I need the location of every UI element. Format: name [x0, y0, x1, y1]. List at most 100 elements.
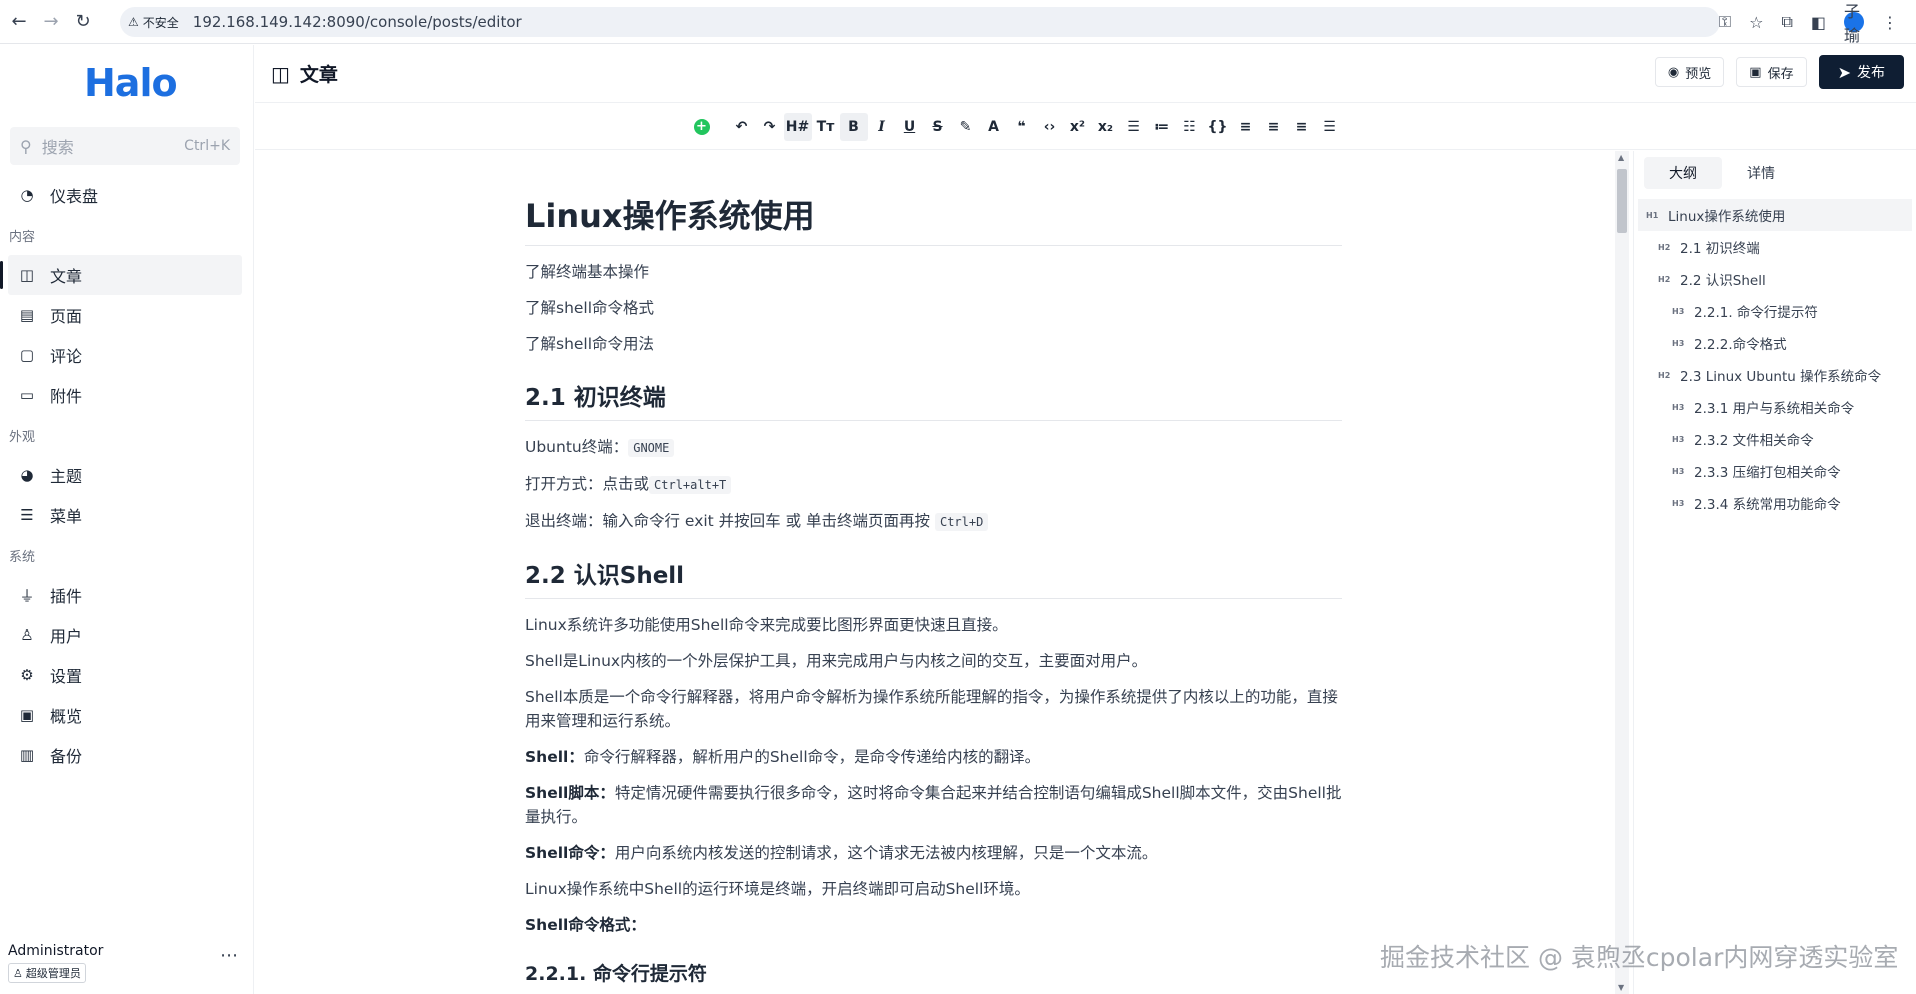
align-justify-icon[interactable]: ☰ — [1316, 113, 1344, 141]
outline-item[interactable]: H2 2.1 初识终端 — [1638, 231, 1912, 263]
url-text[interactable]: 192.168.149.142:8090/console/posts/edito… — [193, 13, 522, 31]
sidebar-item-plugins[interactable]: ⏚ 插件 — [0, 575, 242, 615]
sidebar-item-posts[interactable]: ◫ 文章 — [0, 255, 242, 295]
outline-item[interactable]: H2 2.2 认识Shell — [1638, 263, 1912, 295]
paragraph[interactable]: Linux系统许多功能使用Shell命令来完成要比图形界面更快速且直接。 — [525, 613, 1342, 637]
italic-icon[interactable]: I — [868, 113, 896, 141]
paragraph[interactable]: Shell：命令行解释器，解析用户的Shell命令，是命令传递给内核的翻译。 — [525, 745, 1342, 769]
search-input[interactable]: ⚲ 搜索 Ctrl+K — [10, 127, 240, 165]
outline-item[interactable]: H2 2.3 Linux Ubuntu 操作系统命令 — [1638, 359, 1912, 391]
code-icon[interactable]: ‹› — [1036, 113, 1064, 141]
paragraph[interactable]: Ubuntu终端： GNOME — [525, 435, 1342, 460]
outline-item[interactable]: H3 2.2.2.命令格式 — [1638, 327, 1912, 359]
outline-item[interactable]: H3 2.3.4 系统常用功能命令 — [1638, 487, 1912, 519]
sidebar-item-attachments[interactable]: ▭ 附件 — [0, 375, 242, 415]
more-options-icon[interactable]: ⋯ — [220, 945, 238, 966]
tab-outline[interactable]: 大纲 — [1644, 157, 1722, 189]
outline-list: H1 Linux操作系统使用 H2 2.1 初识终端 H2 2.2 认识Shell H… — [1634, 195, 1916, 519]
sidebar-menu: ◔ 仪表盘 内容 ◫ 文章 ▤ 页面 ▢ 评论 ▭ 附件 外观 ◕ 主题 ☰ 菜单 系统 ⏚ 插… — [0, 175, 254, 775]
sidebar-item-settings[interactable]: ⚙ 设置 — [0, 655, 242, 695]
scroll-thumb[interactable] — [1617, 169, 1627, 233]
strikethrough-icon[interactable]: S — [924, 113, 952, 141]
paragraph[interactable]: 了解shell命令用法 — [525, 332, 1342, 356]
document-content[interactable]: Linux操作系统使用 了解终端基本操作 了解shell命令格式 了解shell… — [525, 191, 1342, 994]
paragraph[interactable]: 打开方式：点击或 Ctrl+alt+T — [525, 472, 1342, 497]
address-bar[interactable]: ⚠ 不安全 192.168.149.142:8090/console/posts/… — [120, 7, 1720, 37]
paragraph[interactable]: 了解shell命令格式 — [525, 296, 1342, 320]
user-role-icon: ♙ — [13, 966, 23, 980]
sidebar-item-pages[interactable]: ▤ 页面 — [0, 295, 242, 335]
highlight-icon[interactable]: ✎ — [952, 113, 980, 141]
redo-icon[interactable]: ↷ — [756, 113, 784, 141]
quote-icon[interactable]: ❝ — [1008, 113, 1036, 141]
key-icon[interactable]: ⚿ — [1719, 12, 1731, 32]
paragraph[interactable]: Linux操作系统中Shell的运行环境是终端，开启终端即可启动Shell环境。 — [525, 877, 1342, 901]
profile-avatar[interactable]: 子瑜 — [1844, 2, 1864, 45]
outline-item[interactable]: H3 2.2.1. 命令行提示符 — [1638, 295, 1912, 327]
user-panel: Administrator ♙ 超级管理员 ⋯ — [8, 943, 248, 983]
outline-item[interactable]: H3 2.3.1 用户与系统相关命令 — [1638, 391, 1912, 423]
paragraph[interactable]: Shell命令格式： — [525, 913, 1342, 937]
task-list-icon[interactable]: ☷ — [1176, 113, 1204, 141]
font-size-icon[interactable]: Tт — [812, 113, 840, 141]
doc-title[interactable]: Linux操作系统使用 — [525, 191, 1342, 246]
scroll-down-arrow-icon[interactable]: ▼ — [1618, 983, 1624, 992]
align-left-icon[interactable]: ≡ — [1232, 113, 1260, 141]
bold-icon[interactable]: B — [839, 112, 868, 141]
extensions-icon[interactable]: ⧉ — [1781, 12, 1792, 32]
undo-icon[interactable]: ↶ — [728, 113, 756, 141]
subscript-icon[interactable]: x₂ — [1092, 113, 1120, 141]
align-right-icon[interactable]: ≡ — [1288, 113, 1316, 141]
bullet-list-icon[interactable]: ☰ — [1120, 113, 1148, 141]
paragraph[interactable]: 退出终端：输入命令行 exit 并按回车 或 单击终端页面再按 Ctrl+D — [525, 509, 1342, 534]
superscript-icon[interactable]: x² — [1064, 113, 1092, 141]
text-color-icon[interactable]: A — [980, 113, 1008, 141]
scroll-up-arrow-icon[interactable]: ▲ — [1618, 153, 1624, 162]
sidebar-item-menus[interactable]: ☰ 菜单 — [0, 495, 242, 535]
heading-icon[interactable]: H# — [783, 112, 812, 141]
code-block-icon[interactable]: {} — [1204, 113, 1232, 141]
outline-item[interactable]: H1 Linux操作系统使用 — [1638, 199, 1912, 231]
sidebar-item-dashboard[interactable]: ◔ 仪表盘 — [0, 175, 242, 215]
halo-logo[interactable]: Halo — [84, 61, 178, 105]
sidebar-item-users[interactable]: ♙ 用户 — [0, 615, 242, 655]
paragraph[interactable]: 了解终端基本操作 — [525, 260, 1342, 284]
sidebar-item-backup[interactable]: ▥ 备份 — [0, 735, 242, 775]
align-center-icon[interactable]: ≡ — [1260, 113, 1288, 141]
back-arrow-icon[interactable]: ← — [6, 9, 32, 35]
forward-arrow-icon[interactable]: → — [38, 9, 64, 35]
outline-item[interactable]: H3 2.3.3 压缩打包相关命令 — [1638, 455, 1912, 487]
role-badge: ♙ 超级管理员 — [8, 963, 86, 983]
folder-icon: ▭ — [19, 386, 35, 404]
search-shortcut: Ctrl+K — [184, 138, 230, 154]
heading-2-2[interactable]: 2.2 认识Shell — [525, 556, 1342, 599]
star-icon[interactable]: ☆ — [1749, 13, 1763, 32]
preview-button[interactable]: ◉ 预览 — [1654, 57, 1725, 87]
insecure-badge[interactable]: ⚠ 不安全 — [128, 14, 193, 31]
sidebar-item-comments[interactable]: ▢ 评论 — [0, 335, 242, 375]
search-icon: ⚲ — [20, 136, 32, 156]
underline-icon[interactable]: U — [896, 113, 924, 141]
sidepanel-icon[interactable]: ◧ — [1811, 13, 1826, 32]
sidebar-item-overview[interactable]: ▣ 概览 — [0, 695, 242, 735]
group-system: 系统 — [9, 549, 36, 565]
outline-item[interactable]: H3 2.3.2 文件相关命令 — [1638, 423, 1912, 455]
sidebar-item-themes[interactable]: ◕ 主题 — [0, 455, 242, 495]
editor-scrollbar[interactable]: ▲ ▼ — [1615, 151, 1629, 994]
publish-button[interactable]: ➤ 发布 — [1818, 55, 1904, 89]
paragraph[interactable]: Shell是Linux内核的一个外层保护工具，用来完成用户与内核之间的交互，主要… — [525, 649, 1342, 673]
paragraph[interactable]: Shell本质是一个命令行解释器，将用户命令解析为操作系统所能理解的指令，为操作… — [525, 685, 1342, 733]
paragraph[interactable]: Shell命令：用户向系统内核发送的控制请求，这个请求无法被内核理解，只是一个文… — [525, 841, 1342, 865]
reload-icon[interactable]: ↻ — [70, 9, 96, 35]
save-button[interactable]: ▣ 保存 — [1736, 57, 1807, 87]
inline-code: Ctrl+alt+T — [649, 476, 732, 494]
ordered-list-icon[interactable]: ≔ — [1148, 113, 1176, 141]
paragraph[interactable]: Shell脚本：特定情况硬件需要执行很多命令，这时将命令集合起来并结合控制语句编… — [525, 781, 1342, 829]
tab-detail[interactable]: 详情 — [1722, 157, 1800, 189]
browser-menu-icon[interactable]: ⋮ — [1882, 13, 1898, 32]
add-block-icon[interactable]: + — [688, 113, 716, 141]
editor-area[interactable]: Linux操作系统使用 了解终端基本操作 了解shell命令格式 了解shell… — [255, 151, 1615, 994]
comment-icon: ▢ — [19, 346, 35, 364]
heading-2-1[interactable]: 2.1 初识终端 — [525, 378, 1342, 421]
heading-2-2-1[interactable]: 2.2.1. 命令行提示符 — [525, 959, 1342, 986]
